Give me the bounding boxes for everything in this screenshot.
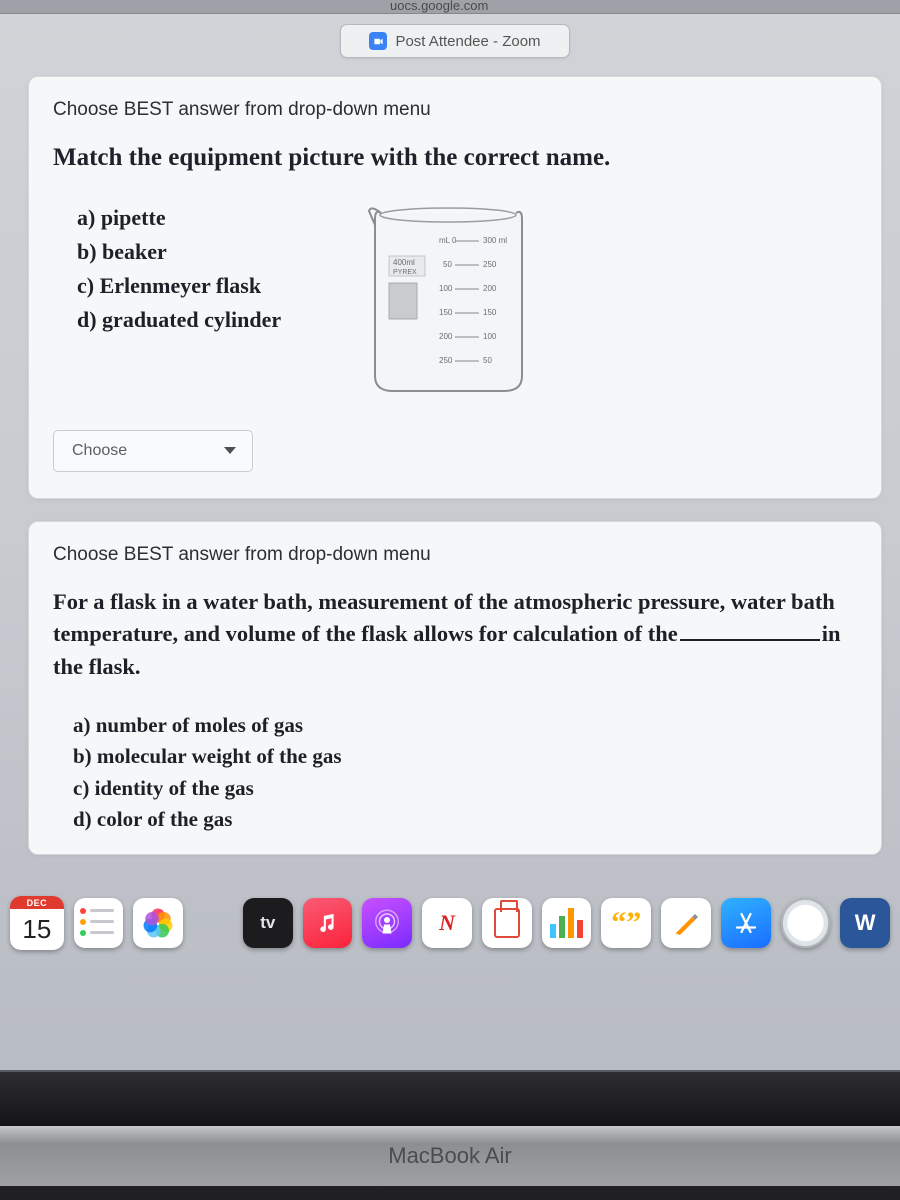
svg-text:mL 0: mL 0 xyxy=(439,236,457,245)
svg-text:200: 200 xyxy=(439,332,453,341)
fill-blank xyxy=(680,639,820,641)
browser-tab-bar: uocs.google.com xyxy=(0,0,900,14)
question2-instruction: Choose BEST answer from drop-down menu xyxy=(53,544,857,566)
dock-appletv[interactable]: tv xyxy=(243,898,293,948)
dock-music[interactable] xyxy=(303,898,353,948)
option-d: d) graduated cylinder xyxy=(77,303,281,337)
option-c: c) identity of the gas xyxy=(73,773,857,805)
question1-heading: Match the equipment picture with the cor… xyxy=(53,141,857,175)
question2-text-before: For a flask in a water bath, measurement… xyxy=(53,589,835,647)
question-card-2: Choose BEST answer from drop-down menu F… xyxy=(28,521,882,855)
laptop-body: MacBook Air xyxy=(0,1072,900,1200)
svg-text:PYREX: PYREX xyxy=(393,269,417,276)
dock-safari[interactable] xyxy=(781,898,831,948)
svg-text:400ml: 400ml xyxy=(393,258,415,267)
dock-numbers[interactable] xyxy=(542,898,592,948)
tv-label: tv xyxy=(260,913,275,933)
svg-text:150: 150 xyxy=(483,308,497,317)
svg-text:250: 250 xyxy=(483,260,497,269)
svg-text:200: 200 xyxy=(483,284,497,293)
dock-podcasts[interactable] xyxy=(362,898,412,948)
dock-thumbtack-icon[interactable] xyxy=(482,898,532,948)
chevron-down-icon xyxy=(224,447,236,454)
question2-options: a) number of moles of gas b) molecular w… xyxy=(53,710,857,836)
svg-text:50: 50 xyxy=(483,356,492,365)
dropdown-label: Choose xyxy=(72,442,127,460)
device-label: MacBook Air xyxy=(388,1143,512,1169)
dock-pages[interactable] xyxy=(661,898,711,948)
svg-text:250: 250 xyxy=(439,356,453,365)
dock-appstore[interactable] xyxy=(721,898,771,948)
dock-news[interactable]: N xyxy=(422,898,472,948)
dock-photos[interactable] xyxy=(133,898,183,948)
svg-text:150: 150 xyxy=(439,308,453,317)
beaker-image: 400ml PYREX mL 0 300 ml 50 250 100 200 150 1… xyxy=(361,201,536,396)
url-fragment: uocs.google.com xyxy=(390,0,488,13)
window-tab-zoom[interactable]: Post Attendee - Zoom xyxy=(340,24,570,58)
question-card-1: Choose BEST answer from drop-down menu M… xyxy=(28,76,882,499)
svg-text:300 ml: 300 ml xyxy=(483,236,507,245)
dock-word[interactable]: W xyxy=(840,898,890,948)
answer-dropdown-1[interactable]: Choose xyxy=(53,430,253,472)
dock-quotes-icon[interactable]: “” xyxy=(601,898,651,948)
tab-title: Post Attendee - Zoom xyxy=(395,33,540,50)
question1-options: a) pipette b) beaker c) Erlenmeyer flask… xyxy=(53,201,281,337)
calendar-month: DEC xyxy=(10,896,64,909)
option-a: a) number of moles of gas xyxy=(73,710,857,742)
svg-text:50: 50 xyxy=(443,260,452,269)
option-d: d) color of the gas xyxy=(73,804,857,836)
option-a: a) pipette xyxy=(77,201,281,235)
svg-text:100: 100 xyxy=(439,284,453,293)
macos-dock: DEC 15 tv N “” W xyxy=(0,892,900,954)
zoom-icon xyxy=(369,32,387,50)
option-c: c) Erlenmeyer flask xyxy=(77,269,281,303)
option-b: b) beaker xyxy=(77,235,281,269)
svg-text:100: 100 xyxy=(483,332,497,341)
dock-reminders[interactable] xyxy=(74,898,124,948)
question2-text: For a flask in a water bath, measurement… xyxy=(53,586,857,684)
dock-calendar[interactable]: DEC 15 xyxy=(10,896,64,950)
question1-instruction: Choose BEST answer from drop-down menu xyxy=(53,99,857,121)
calendar-day: 15 xyxy=(10,909,64,950)
option-b: b) molecular weight of the gas xyxy=(73,741,857,773)
